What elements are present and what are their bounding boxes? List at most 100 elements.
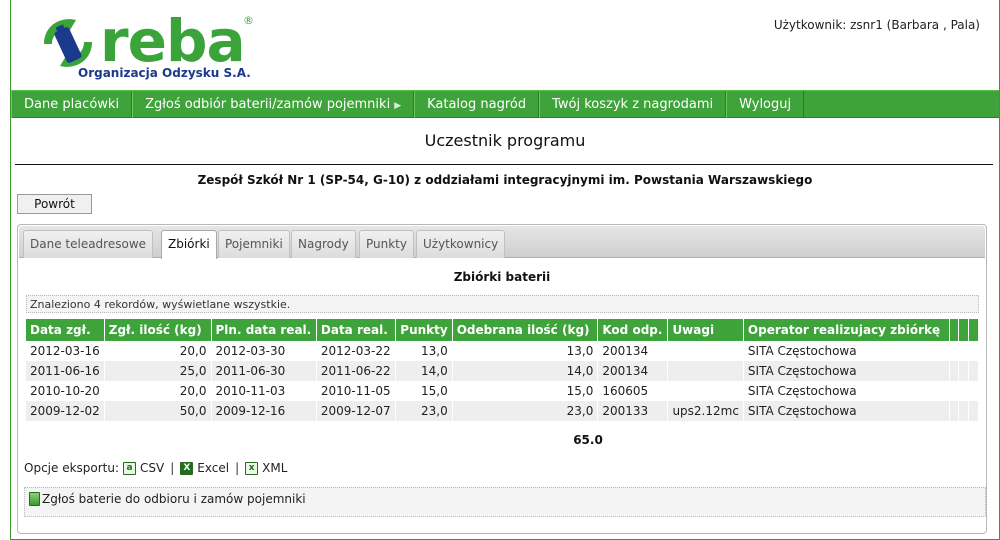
table-cell: SITA Częstochowa <box>743 401 950 421</box>
column-header[interactable]: Zgł. ilość (kg) <box>104 319 212 341</box>
table-cell: 200134 <box>597 361 669 381</box>
records-found-text: Znaleziono 4 rekordów, wyświetlane wszys… <box>26 295 979 313</box>
column-header-empty <box>968 319 980 341</box>
column-header-empty <box>949 319 960 341</box>
table-row: 2010-10-20 20,0 2010-11-03 2010-11-05 15… <box>26 381 980 401</box>
table-cell-empty <box>968 381 980 401</box>
submenu-arrow-icon: ▶ <box>394 101 402 111</box>
logo-subtitle: Organizacja Odzysku S.A. <box>78 66 251 80</box>
export-label: Opcje eksportu: <box>24 461 120 475</box>
table-cell: 13,0 <box>395 341 453 361</box>
table-cell-empty <box>949 361 960 381</box>
tab-dane-teleadresowe[interactable]: Dane teleadresowe <box>23 230 154 258</box>
table-cell: 20,0 <box>104 341 212 361</box>
table-row: 2011-06-16 25,0 2011-06-30 2011-06-22 14… <box>26 361 980 381</box>
table-cell: 14,0 <box>452 361 599 381</box>
table-cell: 160605 <box>597 381 669 401</box>
menu-item-katalog-nagrod[interactable]: Katalog nagród <box>414 91 540 118</box>
separator: | <box>235 461 240 475</box>
column-header[interactable]: Odebrana ilość (kg) <box>452 319 599 341</box>
report-batteries-box: Zgłoś baterie do odbioru i zamów pojemni… <box>24 487 986 517</box>
table-cell-empty <box>958 381 969 401</box>
menu-item-koszyk[interactable]: Twój koszyk z nagrodami <box>539 91 727 118</box>
table-cell <box>667 361 744 381</box>
section-title: Zbiórki baterii <box>453 270 551 284</box>
column-header-empty <box>958 319 969 341</box>
table-cell: 50,0 <box>104 401 212 421</box>
table-cell: 2009-12-16 <box>211 401 317 421</box>
user-label: Użytkownik: zsnr1 (Barbara , Pala) <box>773 18 980 32</box>
reba-logo[interactable]: reba ® Organizacja Odzysku S.A. <box>38 8 258 83</box>
table-cell: 14,0 <box>395 361 453 381</box>
column-header[interactable]: Uwagi <box>667 319 744 341</box>
table-cell: 13,0 <box>452 341 599 361</box>
table-cell: 2012-03-16 <box>26 341 105 361</box>
column-header[interactable]: Data real. <box>316 319 397 341</box>
export-options: Opcje eksportu: a CSV | X Excel | x XML <box>24 461 287 475</box>
table-cell: 15,0 <box>452 381 599 401</box>
title-divider <box>15 164 993 165</box>
table-header-row: Data zgł. Zgł. ilość (kg) Pln. data real… <box>26 319 980 341</box>
table-cell: 2011-06-16 <box>26 361 105 381</box>
page-title: Uczestnik programu <box>424 131 586 150</box>
tab-uzytkownicy[interactable]: Użytkownicy <box>416 230 506 258</box>
table-cell-empty <box>968 361 980 381</box>
export-csv-link[interactable]: CSV <box>140 461 164 475</box>
table-cell-empty <box>958 341 969 361</box>
column-header[interactable]: Punkty <box>395 319 453 341</box>
xml-icon[interactable]: x <box>245 461 259 475</box>
column-header[interactable]: Data zgł. <box>26 319 105 341</box>
table-cell: 15,0 <box>395 381 453 401</box>
report-batteries-link[interactable]: Zgłoś baterie do odbioru i zamów pojemni… <box>42 492 306 506</box>
tab-pojemniki[interactable]: Pojemniki <box>218 230 290 258</box>
table-cell: 2009-12-02 <box>26 401 105 421</box>
tab-bar: Dane teleadresowe Zbiórki Pojemniki Nagr… <box>19 226 985 259</box>
menu-item-dane-placowki[interactable]: Dane placówki <box>11 91 133 118</box>
table-cell: 200133 <box>597 401 669 421</box>
tab-nagrody[interactable]: Nagrody <box>291 230 356 258</box>
logo-wordmark: reba <box>100 7 246 75</box>
table-row: 2009-12-02 50,0 2009-12-16 2009-12-07 23… <box>26 401 980 421</box>
separator: | <box>170 461 175 475</box>
table-cell: 2012-03-30 <box>211 341 317 361</box>
table-cell: 23,0 <box>395 401 453 421</box>
table-cell: SITA Częstochowa <box>743 341 950 361</box>
table-cell: 2010-10-20 <box>26 381 105 401</box>
column-header[interactable]: Pln. data real. <box>211 319 317 341</box>
table-cell: 20,0 <box>104 381 212 401</box>
tab-zbiorki[interactable]: Zbiórki <box>161 230 217 259</box>
table-cell <box>667 381 744 401</box>
excel-icon[interactable]: X <box>180 461 194 475</box>
table-cell-empty <box>949 381 960 401</box>
table-cell <box>667 341 744 361</box>
table-cell: 2012-03-22 <box>316 341 397 361</box>
table-cell: 25,0 <box>104 361 212 381</box>
table-cell: SITA Częstochowa <box>743 381 950 401</box>
collections-table: Data zgł. Zgł. ilość (kg) Pln. data real… <box>26 319 980 421</box>
registered-mark: ® <box>243 14 254 27</box>
back-button[interactable]: Powrót <box>17 194 92 214</box>
table-cell: 2011-06-22 <box>316 361 397 381</box>
export-excel-link[interactable]: Excel <box>197 461 229 475</box>
table-cell: 2010-11-03 <box>211 381 317 401</box>
csv-icon[interactable]: a <box>123 461 137 475</box>
table-cell-empty <box>958 361 969 381</box>
export-xml-link[interactable]: XML <box>262 461 287 475</box>
menu-item-zglos-odbior[interactable]: Zgłoś odbiór baterii/zamów pojemniki ▶ <box>132 91 415 118</box>
table-cell: SITA Częstochowa <box>743 361 950 381</box>
table-cell-empty <box>968 401 980 421</box>
table-cell: ups2.12mc <box>667 401 744 421</box>
column-header[interactable]: Operator realizujacy zbiórkę <box>743 319 950 341</box>
table-cell: 2009-12-07 <box>316 401 397 421</box>
table-cell-empty <box>949 341 960 361</box>
table-row: 2012-03-16 20,0 2012-03-30 2012-03-22 13… <box>26 341 980 361</box>
table-cell: 2010-11-05 <box>316 381 397 401</box>
total-value: 65.0 <box>573 433 603 447</box>
battery-icon[interactable] <box>29 492 40 506</box>
table-cell-empty <box>968 341 980 361</box>
school-name: Zespół Szkół Nr 1 (SP-54, G-10) z oddzia… <box>197 173 813 187</box>
column-header[interactable]: Kod odp. <box>597 319 669 341</box>
table-cell-empty <box>958 401 969 421</box>
tab-punkty[interactable]: Punkty <box>359 230 414 258</box>
menu-item-wyloguj[interactable]: Wyloguj <box>726 91 805 118</box>
